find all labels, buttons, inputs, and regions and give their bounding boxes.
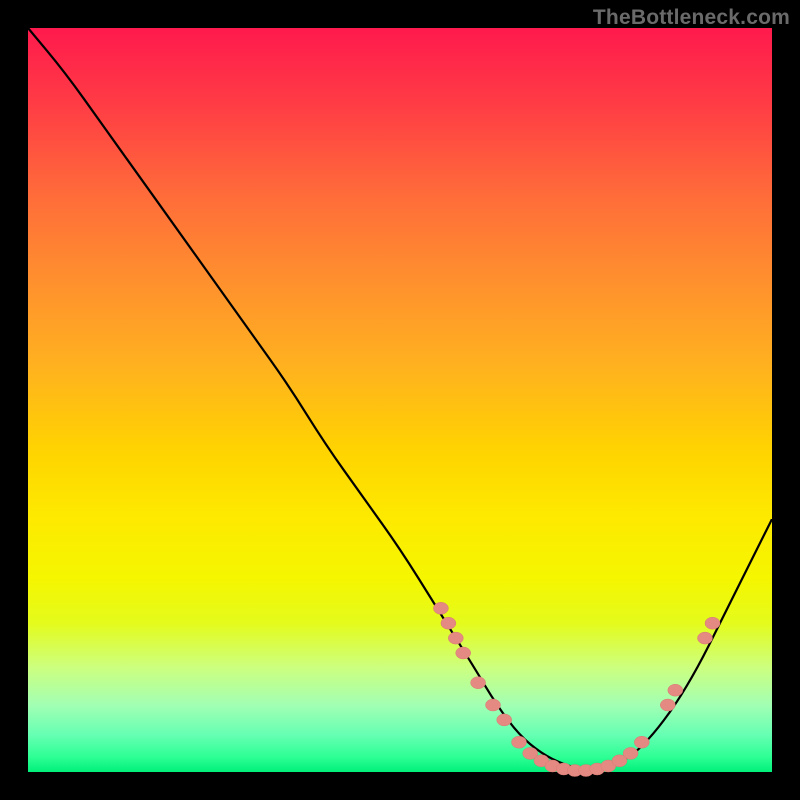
- data-point: [441, 617, 456, 629]
- bottleneck-curve: [28, 28, 772, 770]
- data-point: [668, 684, 683, 696]
- data-point: [471, 677, 486, 689]
- watermark-text: TheBottleneck.com: [593, 6, 790, 30]
- data-point: [512, 736, 527, 748]
- data-point: [660, 699, 675, 711]
- data-point: [433, 602, 448, 614]
- data-point: [497, 714, 512, 726]
- data-point: [486, 699, 501, 711]
- data-point: [705, 617, 720, 629]
- chart-svg: [28, 28, 772, 772]
- data-point: [623, 747, 638, 759]
- data-point: [698, 632, 713, 644]
- data-point: [634, 736, 649, 748]
- data-points: [433, 602, 720, 776]
- data-point: [448, 632, 463, 644]
- data-point: [456, 647, 471, 659]
